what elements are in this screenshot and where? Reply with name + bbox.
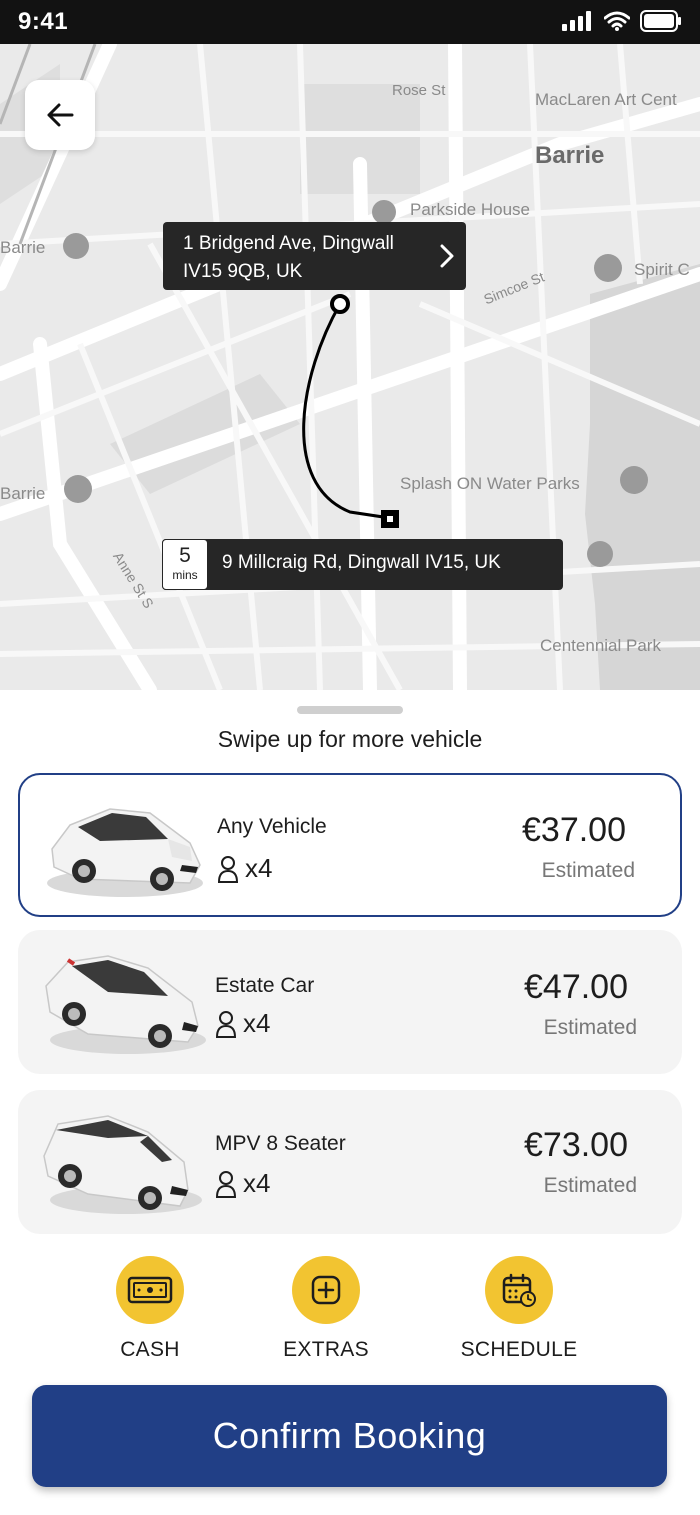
vehicle-card-mpv-8-seater[interactable]: MPV 8 Seater x4 €73.00 Estimated <box>18 1090 682 1234</box>
vehicle-name: MPV 8 Seater <box>215 1132 346 1155</box>
vehicle-seats: x4 <box>217 853 272 884</box>
arrow-left-icon <box>47 103 74 127</box>
map-label-rose-st: Rose St <box>392 82 446 99</box>
extras-button[interactable]: EXTRAS <box>251 1256 401 1362</box>
plus-square-icon <box>311 1275 341 1305</box>
price-estimate-note: Estimated <box>543 1174 637 1197</box>
map-label-parkside: Parkside House <box>410 200 531 219</box>
person-icon <box>217 855 239 883</box>
vehicle-sheet: Swipe up for more vehicle Any Vehicle x4… <box>0 690 700 1515</box>
map-label-barrie-city: Barrie <box>535 142 605 169</box>
status-bar: 9:41 <box>0 0 700 44</box>
vehicle-name: Estate Car <box>215 974 315 997</box>
price-estimate-note: Estimated <box>543 1016 637 1039</box>
map-view[interactable]: Rose St MacLaren Art Cent Barrie Parksid… <box>0 44 700 690</box>
dropoff-address-tag[interactable]: 5 mins 9 Millcraig Rd, Dingwall IV15, UK <box>162 539 563 590</box>
pickup-address-line1: 1 Bridgend Ave, Dingwall <box>183 233 394 254</box>
signal-icon <box>562 11 591 31</box>
map-label-maclaren: MacLaren Art Cent <box>535 90 677 109</box>
map-label-barrie-left-mid: Barrie <box>0 484 46 503</box>
seat-count: x4 <box>243 1008 271 1038</box>
vehicle-name: Any Vehicle <box>217 815 327 838</box>
person-icon <box>215 1170 237 1198</box>
wifi-icon <box>604 11 630 31</box>
seat-count: x4 <box>245 853 273 883</box>
pickup-address-tag[interactable]: 1 Bridgend Ave, Dingwall IV15 9QB, UK <box>163 222 466 290</box>
status-time: 9:41 <box>18 8 69 35</box>
back-button[interactable] <box>25 80 95 150</box>
vehicle-seats: x4 <box>215 1168 270 1199</box>
estate-car-icon <box>45 955 206 1054</box>
calendar-clock-icon <box>502 1273 536 1307</box>
map-label-barrie-left-top: Barrie <box>0 238 46 257</box>
vehicle-card-estate-car[interactable]: Estate Car x4 €47.00 Estimated <box>18 930 682 1074</box>
sheet-drag-handle[interactable] <box>297 706 403 714</box>
extras-label: EXTRAS <box>283 1338 369 1361</box>
schedule-label: SCHEDULE <box>460 1338 578 1361</box>
sedan-car-icon <box>47 808 203 897</box>
person-icon <box>215 1010 237 1038</box>
cash-icon <box>127 1276 173 1304</box>
eta-badge: 5 mins <box>162 539 208 590</box>
mpv-van-icon <box>43 1115 202 1214</box>
vehicle-price: €37.00 <box>522 811 626 849</box>
eta-value: 5 <box>179 544 191 567</box>
price-estimate-note: Estimated <box>541 859 635 882</box>
confirm-booking-button[interactable]: Confirm Booking <box>32 1385 667 1487</box>
cash-label: CASH <box>120 1338 180 1361</box>
map-label-spirit: Spirit C <box>634 260 690 279</box>
vehicle-price: €47.00 <box>524 968 628 1006</box>
swipe-hint: Swipe up for more vehicle <box>217 726 483 752</box>
battery-icon <box>640 10 681 32</box>
map-streets <box>0 44 700 690</box>
cash-button[interactable]: CASH <box>75 1256 225 1362</box>
schedule-button[interactable]: SCHEDULE <box>444 1256 594 1362</box>
map-label-centennial: Centennial Park <box>540 636 661 655</box>
pickup-address-line2: IV15 9QB, UK <box>183 261 303 282</box>
vehicle-card-any-vehicle[interactable]: Any Vehicle x4 €37.00 Estimated <box>18 773 682 917</box>
vehicle-price: €73.00 <box>524 1126 628 1164</box>
eta-unit: mins <box>172 568 198 582</box>
status-icons <box>562 10 682 32</box>
seat-count: x4 <box>243 1168 271 1198</box>
extras-icon-circle <box>292 1256 360 1324</box>
dropoff-address: 9 Millcraig Rd, Dingwall IV15, UK <box>222 552 501 573</box>
cash-icon-circle <box>116 1256 184 1324</box>
vehicle-seats: x4 <box>215 1008 270 1039</box>
chevron-right-icon <box>440 244 454 268</box>
map-label-splash: Splash ON Water Parks <box>400 474 580 493</box>
schedule-icon-circle <box>485 1256 553 1324</box>
